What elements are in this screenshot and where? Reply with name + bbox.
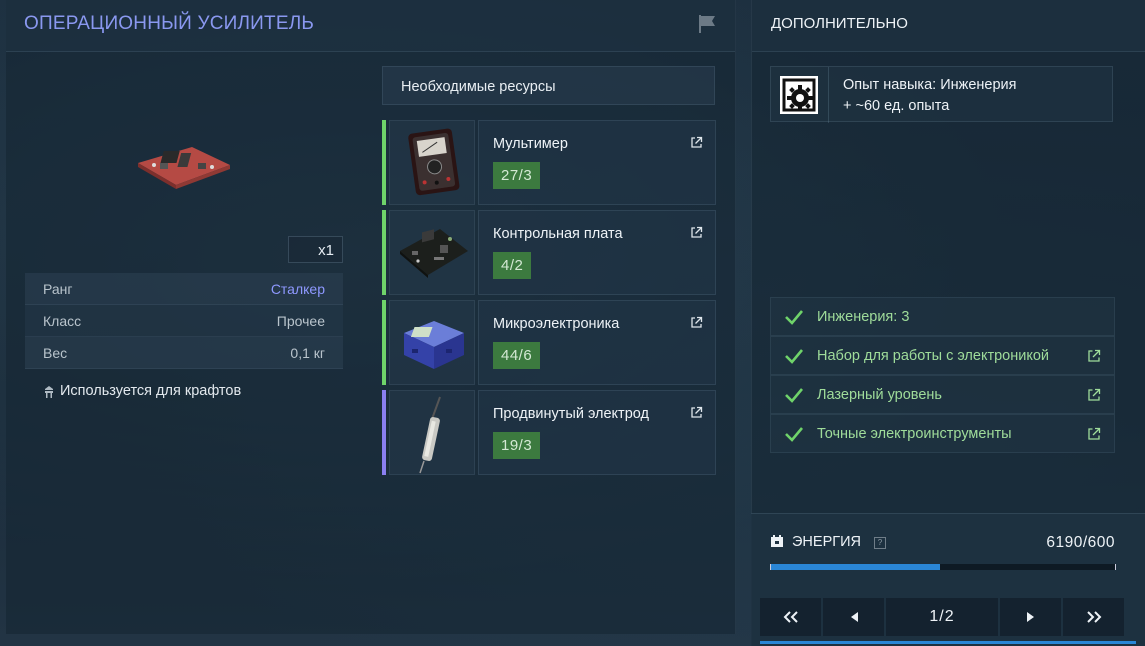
requirement-row[interactable]: Точные электроинструменты (770, 414, 1115, 453)
control-board-image (400, 229, 468, 278)
requirement-row: Инженерия: 3 (770, 297, 1115, 336)
resource-status-bar (382, 120, 386, 205)
microelectronics-image (404, 321, 464, 369)
page-indicator: 1/2 (886, 598, 998, 636)
resource-body: Мультимер 27/3 (478, 120, 716, 205)
page-number: 1/2 (929, 608, 955, 625)
crafting-icon (45, 385, 53, 398)
requirement-row[interactable]: Лазерный уровень (770, 375, 1115, 414)
skill-xp-box: Опыт навыка: Инженерия + ~60 ед. опыта (770, 66, 1113, 123)
skill-xp-title: Опыт навыка: Инженерия (843, 77, 1017, 93)
stat-row-class: Класс Прочее (25, 305, 343, 337)
stat-label: Класс (43, 313, 82, 329)
resources-list: Мультимер 27/3 Контрольная плата 4/2 Мик… (382, 120, 716, 480)
stat-row-weight: Вес 0,1 кг (25, 337, 343, 369)
check-icon (785, 310, 803, 325)
pager: 1/2 (760, 598, 1136, 636)
resource-name: Контрольная плата (493, 226, 623, 242)
energy-value: 6190/600 (1046, 534, 1115, 551)
last-page-button[interactable] (1063, 598, 1124, 636)
resource-item-multimeter[interactable]: Мультимер 27/3 (382, 120, 716, 205)
calendar-icon (771, 535, 783, 547)
flag-icon[interactable] (697, 14, 717, 34)
multimeter-image (408, 128, 460, 196)
item-image (138, 147, 230, 189)
resource-item-microelectronics[interactable]: Микроэлектроника 44/6 (382, 300, 716, 385)
external-link-icon[interactable] (1087, 349, 1101, 363)
resource-thumbnail (389, 390, 475, 475)
resource-thumbnail (389, 300, 475, 385)
resource-thumbnail (389, 210, 475, 295)
stat-label: Вес (43, 345, 68, 361)
first-page-button[interactable] (760, 598, 821, 636)
energy-bar-fill (771, 564, 940, 570)
external-link-icon[interactable] (690, 226, 703, 239)
resource-body: Продвинутый электрод 19/3 (478, 390, 716, 475)
stat-value: Сталкер (270, 281, 325, 297)
stat-value: 0,1 кг (290, 345, 325, 361)
gear-icon (780, 76, 818, 114)
resource-item-advanced-electrode[interactable]: Продвинутый электрод 19/3 (382, 390, 716, 475)
help-icon[interactable]: ? (874, 537, 886, 549)
pager-underline (760, 641, 1136, 644)
resource-count: 44/6 (493, 342, 541, 369)
double-chevron-right-icon (1086, 611, 1101, 623)
check-icon (785, 349, 803, 364)
resource-item-control-board[interactable]: Контрольная плата 4/2 (382, 210, 716, 295)
check-icon (785, 388, 803, 403)
triangle-right-icon (1026, 612, 1034, 622)
requirement-label: Набор для работы с электроникой (817, 348, 1050, 364)
crafts-note: Используется для крафтов (43, 383, 241, 399)
resource-body: Микроэлектроника 44/6 (478, 300, 716, 385)
resource-name: Продвинутый электрод (493, 406, 649, 422)
stat-row-rank: Ранг Сталкер (25, 273, 343, 305)
resource-name: Микроэлектроника (493, 316, 620, 332)
electrode-image (419, 396, 441, 474)
resource-count: 19/3 (493, 432, 541, 459)
external-link-icon[interactable] (1087, 427, 1101, 441)
resource-count: 27/3 (493, 162, 541, 189)
requirement-label: Инженерия: 3 (817, 309, 910, 325)
next-page-button[interactable] (1000, 598, 1061, 636)
stat-value: Прочее (276, 313, 325, 329)
requirements-list: Инженерия: 3 Набор для работы с электрон… (770, 297, 1115, 453)
requirement-row[interactable]: Набор для работы с электроникой (770, 336, 1115, 375)
resources-header-text: Необходимые ресурсы (401, 79, 556, 95)
quantity-box: x1 (288, 236, 343, 263)
resource-status-bar (382, 390, 386, 475)
skill-separator (828, 67, 829, 123)
external-link-icon[interactable] (1087, 388, 1101, 402)
energy-label: ЭНЕРГИЯ (792, 534, 861, 550)
skill-xp-amount: + ~60 ед. опыта (843, 98, 950, 114)
triangle-left-icon (850, 612, 858, 622)
double-chevron-left-icon (783, 611, 798, 623)
item-stats: Ранг Сталкер Класс Прочее Вес 0,1 кг (25, 273, 343, 369)
requirement-label: Лазерный уровень (817, 387, 942, 403)
crafts-note-text: Используется для крафтов (60, 383, 242, 399)
external-link-icon[interactable] (690, 136, 703, 149)
resource-status-bar (382, 210, 386, 295)
external-link-icon[interactable] (690, 406, 703, 419)
stat-label: Ранг (43, 281, 73, 297)
external-link-icon[interactable] (690, 316, 703, 329)
energy-bar (770, 564, 1116, 570)
extra-header: ДОПОЛНИТЕЛЬНО (752, 0, 1145, 52)
item-header: ОПЕРАЦИОННЫЙ УСИЛИТЕЛЬ (6, 0, 735, 52)
extra-title: ДОПОЛНИТЕЛЬНО (771, 15, 908, 32)
resource-name: Мультимер (493, 136, 568, 152)
requirement-label: Точные электроинструменты (817, 426, 1012, 442)
item-title: ОПЕРАЦИОННЫЙ УСИЛИТЕЛЬ (24, 13, 315, 34)
resource-status-bar (382, 300, 386, 385)
resource-thumbnail (389, 120, 475, 205)
resources-header: Необходимые ресурсы (382, 66, 715, 105)
check-icon (785, 427, 803, 442)
prev-page-button[interactable] (823, 598, 884, 636)
resource-body: Контрольная плата 4/2 (478, 210, 716, 295)
resource-count: 4/2 (493, 252, 532, 279)
